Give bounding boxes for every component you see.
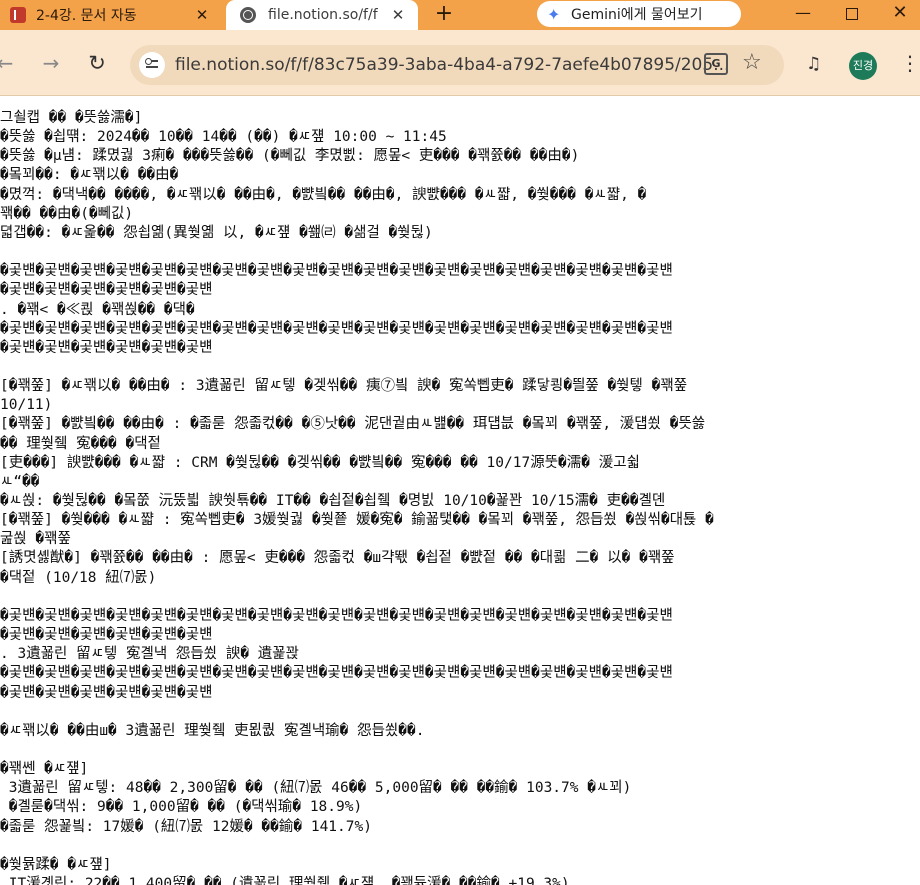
close-window-button[interactable]: ✕ xyxy=(880,0,920,28)
document-line: �곷뱬�곷뱬�곷뱬�곷뱬�곷뱬�곷뱬�곷뱬�곷뱬�곷뱬�곷뱬�곷뱬�곷뱬�곷뱬�… xyxy=(0,665,673,682)
bookmark-star-icon[interactable]: ☆ xyxy=(742,50,762,75)
site-settings-icon[interactable] xyxy=(139,52,165,78)
document-line: �곷뱬�곷뱬�곷뱬�곷뱬�곷뱬�곷뱬 xyxy=(0,684,213,701)
tab-close-icon[interactable]: ✕ xyxy=(388,5,408,25)
globe-favicon-icon xyxy=(240,7,256,23)
document-line: 그쇨캡 �� �뜻쓿濡�] xyxy=(0,110,143,126)
document-line: [吏���] 諛뺤��� �ㅻ쨟 : CRM �쒖뒪�� �겢씪�� �뺤빀��… xyxy=(0,454,640,471)
new-tab-button[interactable]: + xyxy=(430,2,458,28)
document-line: [�꽦쭢] �ㅼ꽦以� ��由� : 3遺꾧린 留ㅼ텧 �겢씪�� 痍⑦빀 諛�… xyxy=(0,378,688,395)
document-line: . �꽦< �≪쾭 �꽦쐱�� �댁� xyxy=(0,301,195,318)
document-line: �뜻쓿 �μ냼: 蹂몄궗 3痢� ���뜻쓿�� (�뻬깂 李몄삜: 愿뫂< 吏… xyxy=(0,148,580,165)
document-line: �ㅼ꽦以� ��由ш� 3遺꾧린 理쒖쥌 吏묎퀎 寃곌낵瑜� 怨듭쑀��. xyxy=(0,722,425,739)
document-line: �뫀꾀��: �ㅼ꽦以� ��由� xyxy=(0,167,179,184)
document-line: 꽦�� ��由�(�뻬깂) xyxy=(0,205,134,222)
minimize-button[interactable]: — xyxy=(783,0,823,28)
document-line: IT湲곗린: 22�� 1,400留� �� (遺꾧린 理쒖쥌 �ㅼ쟾, �꽦듃… xyxy=(0,876,570,885)
document-line: �곷뱬�곷뱬�곷뱬�곷뱬�곷뱬�곷뱬 xyxy=(0,627,213,644)
document-line: �뜻쓿 �쇱떆: 2024�� 10�� 14�� (��) �ㅼ쟾 10:00… xyxy=(0,129,447,146)
url-text[interactable]: file.notion.so/f/f/83c75a39-3aba-4ba4-a7… xyxy=(175,55,729,75)
reload-button[interactable]: ↻ xyxy=(84,50,110,76)
browser-menu-icon[interactable]: ⋮ xyxy=(900,50,920,76)
tab-notion-file[interactable]: file.notion.so/f/f ✕ xyxy=(226,0,418,30)
maximize-button[interactable] xyxy=(832,0,872,28)
document-line: 10/11) xyxy=(0,397,53,414)
media-control-icon[interactable]: ♫ xyxy=(806,54,821,74)
tab-title: 2-4강. 문서 자동 xyxy=(36,8,137,24)
tab-close-icon[interactable]: ✕ xyxy=(192,5,212,25)
profile-avatar[interactable]: 진경 xyxy=(849,52,877,80)
back-button[interactable]: ← xyxy=(0,50,18,76)
document-line: �� 理쒖쥌 寃��� �댁젙 xyxy=(0,435,161,452)
document-line: 굺쐱 �꽦쭢 xyxy=(0,531,71,548)
document-line: 3遺꾧린 留ㅼ텧: 48�� 2,300留� �� (紐⑺몴 46�� 5,00… xyxy=(0,780,632,797)
browser-toolbar: ← → ↻ file.notion.so/f/f/83c75a39-3aba-4… xyxy=(0,30,920,96)
document-body: 그쇨캡 �� �뜻쓿濡�] �뜻쓿 �쇱떆: 2024�� 10�� 14�� (… xyxy=(0,96,920,885)
tab-lecture[interactable]: 2-4강. 문서 자동 ✕ xyxy=(0,0,222,30)
document-line: �몄꺽: �댁낵�� ����, �ㅼ꽦以� ��由�, �뺤빀�� ��由�,… xyxy=(0,186,647,203)
document-line: �곷뱬�곷뱬�곷뱬�곷뱬�곷뱬�곷뱬 xyxy=(0,339,213,356)
tab-strip: 2-4강. 문서 자동 ✕ file.notion.so/f/f ✕ + ✦ G… xyxy=(0,0,920,30)
tab-title: file.notion.so/f/f xyxy=(268,7,378,23)
document-line: �곷뱬�곷뱬�곷뱬�곷뱬�곷뱬�곷뱬 xyxy=(0,282,213,299)
document-line: ㅻ“�� xyxy=(0,473,40,490)
document-line: [�꽦쭢] �뺤빀�� ��由� : �졻룯 怨졻컧�� �⑤낫�� 泥댄궡由ㅻ… xyxy=(0,416,706,433)
document-line: [誘몃셿猷�] �꽦쯄�� ��由� : 愿뫂< 吏��� 怨졻컧 �ш갹뙋 �… xyxy=(0,550,675,567)
maximize-icon xyxy=(846,7,858,20)
document-line: . 3遺꾧린 留ㅼ텧 寃곌낵 怨듭쑀 諛� 遺꾩꽍 xyxy=(0,646,299,663)
translate-icon[interactable]: G xyxy=(704,53,728,75)
document-line: �쒖뮭蹂� �ㅼ쟾] xyxy=(0,856,112,873)
document-line: [�꽦쭢] �쒖��� �ㅻ쨟 : 寃쏙뻽吏� 3媛쒖궗 �쒖쭅 媛�寃� 鍮꾧… xyxy=(0,512,714,529)
ask-gemini-button[interactable]: ✦ Gemini에게 물어보기 xyxy=(537,1,741,27)
document-line: �곷뱬�곷뱬�곷뱬�곷뱬�곷뱬�곷뱬�곷뱬�곷뱬�곷뱬�곷뱬�곷뱬�곷뱬�곷뱬�… xyxy=(0,607,673,624)
document-line: �곷뱬�곷뱬�곷뱬�곷뱬�곷뱬�곷뱬�곷뱬�곷뱬�곷뱬�곷뱬�곷뱬�곷뱬�곷뱬�… xyxy=(0,263,673,280)
document-line: �곷뱬�곷뱬�곷뱬�곷뱬�곷뱬�곷뱬�곷뱬�곷뱬�곷뱬�곷뱬�곷뱬�곷뱬�곷뱬�… xyxy=(0,320,673,337)
forward-button[interactable]: → xyxy=(38,50,64,76)
bookmark-favicon-icon xyxy=(10,7,26,23)
document-line: �댁젙 (10/18 紐⑺몴) xyxy=(0,569,157,586)
ask-gemini-label: Gemini에게 물어보기 xyxy=(571,7,703,23)
document-line: �곌룯�댁씪: 9�� 1,000留� �� (�댁씪瑜� 18.9%) xyxy=(0,799,363,816)
address-bar[interactable]: file.notion.so/f/f/83c75a39-3aba-4ba4-a7… xyxy=(130,45,784,85)
document-line: �꽦쎈 �ㅼ쟾] xyxy=(0,761,89,778)
document-line: �ㅻ쐱: �쒖뒪�� �뫀쭚 沅뚰븳 諛쒓툒�� IT�� �쇱젙�쇱쥌 �명빐… xyxy=(0,493,666,509)
document-line: 뎗갭��: �ㅼ옱�� 怨쇱옒(異쒖옒 以, �ㅼ쟾 �쐞㈃ �샒걸 �쒖뒪) xyxy=(0,224,433,241)
document-line: �졻룯 怨꾩빀: 17媛� (紐⑺몴 12媛� ��鍮� 141.7%) xyxy=(0,818,372,835)
gemini-sparkle-icon: ✦ xyxy=(547,5,561,24)
